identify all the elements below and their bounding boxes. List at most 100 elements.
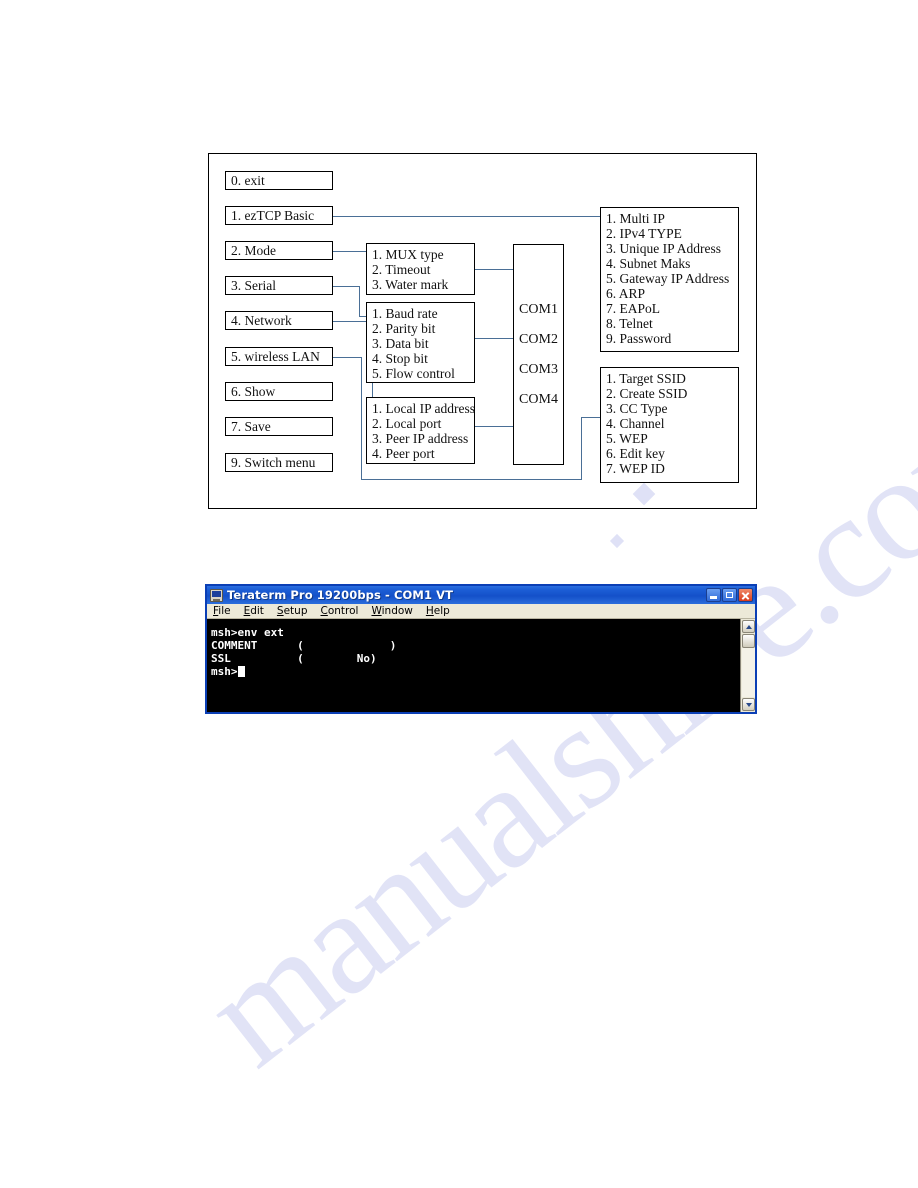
menu-node-serial[interactable]: 3. Serial: [225, 276, 333, 295]
maximize-icon[interactable]: [722, 588, 737, 602]
submenu-item[interactable]: 3. CC Type: [606, 401, 733, 416]
console-line: COMMENT ( ): [211, 639, 397, 652]
menu-node-exit[interactable]: 0. exit: [225, 171, 333, 190]
submenu-item[interactable]: 4. Stop bit: [372, 351, 469, 366]
console-line: SSL ( No): [211, 652, 377, 665]
menu-node-switch-menu[interactable]: 9. Switch menu: [225, 453, 333, 472]
submenu-item[interactable]: 3. Unique IP Address: [606, 241, 733, 256]
menu-item-control[interactable]: Control: [321, 605, 359, 617]
menu-bar: File Edit Setup Control Window Help: [207, 604, 755, 619]
submenu-item[interactable]: 5. WEP: [606, 431, 733, 446]
menu-item-window[interactable]: Window: [371, 605, 412, 617]
menu-rest: indow: [381, 605, 413, 617]
terminal-computer-icon: [210, 588, 223, 602]
menu-rest: ile: [218, 605, 231, 617]
submenu-item[interactable]: 2. Create SSID: [606, 386, 733, 401]
submenu-item[interactable]: 1. Target SSID: [606, 371, 733, 386]
submenu-item[interactable]: 5. Gateway IP Address: [606, 271, 733, 286]
menu-rest: dit: [250, 605, 264, 617]
com-ports-box: COM1 COM2 COM3 COM4: [513, 244, 564, 465]
menu-structure-diagram: 0. exit 1. ezTCP Basic 2. Mode 3. Serial…: [208, 153, 757, 509]
menu-node-label: 2. Mode: [231, 242, 276, 258]
connector-network-coms: [475, 426, 514, 428]
close-icon[interactable]: [738, 588, 753, 602]
menu-node-label: 6. Show: [231, 383, 276, 399]
console-line-with-cursor: msh>: [211, 665, 740, 678]
submenu-item[interactable]: 5. Flow control: [372, 366, 469, 381]
submenu-item[interactable]: 1. Multi IP: [606, 211, 733, 226]
submenu-item[interactable]: 2. IPv4 TYPE: [606, 226, 733, 241]
menu-item-help[interactable]: Help: [426, 605, 450, 617]
submenu-item[interactable]: 6. ARP: [606, 286, 733, 301]
submenu-item[interactable]: 2. Parity bit: [372, 321, 469, 336]
menu-node-label: 0. exit: [231, 172, 265, 188]
connector-wlan-d: [581, 417, 583, 480]
menu-item-edit[interactable]: Edit: [244, 605, 264, 617]
connector-mode: [333, 251, 367, 253]
vertical-scrollbar[interactable]: [740, 619, 755, 712]
submenu-item[interactable]: 1. Baud rate: [372, 306, 469, 321]
menu-node-network[interactable]: 4. Network: [225, 311, 333, 330]
menu-node-eztcp-basic[interactable]: 1. ezTCP Basic: [225, 206, 333, 225]
submenu-item[interactable]: 2. Local port: [372, 416, 469, 431]
console-line: msh>env ext: [211, 626, 284, 639]
scroll-down-icon[interactable]: [741, 698, 755, 711]
menu-node-label: 3. Serial: [231, 277, 276, 293]
connector-serial-b: [359, 286, 361, 317]
connector-wlan-e: [581, 417, 601, 419]
text-cursor: [237, 666, 245, 677]
submenu-item[interactable]: 4. Peer port: [372, 446, 469, 461]
submenu-item[interactable]: 7. EAPoL: [606, 301, 733, 316]
submenu-item[interactable]: 1. MUX type: [372, 247, 469, 262]
menu-accel: W: [371, 605, 382, 617]
menu-node-label: 1. ezTCP Basic: [231, 207, 315, 223]
submenu-item[interactable]: 9. Password: [606, 331, 733, 346]
submenu-item[interactable]: 4. Channel: [606, 416, 733, 431]
menu-node-label: 7. Save: [231, 418, 271, 434]
submenu-item[interactable]: 3. Water mark: [372, 277, 469, 292]
submenu-box-network: 1. Local IP address 2. Local port 3. Pee…: [366, 397, 475, 464]
submenu-item[interactable]: 1. Local IP address: [372, 401, 475, 416]
submenu-item[interactable]: 7. WEP ID: [606, 461, 733, 476]
window-title: Teraterm Pro 19200bps - COM1 VT: [227, 588, 454, 602]
scroll-up-icon[interactable]: [741, 620, 755, 633]
menu-node-save[interactable]: 7. Save: [225, 417, 333, 436]
submenu-box-mode: 1. MUX type 2. Timeout 3. Water mark: [366, 243, 475, 295]
com-port-item[interactable]: COM2: [519, 325, 558, 355]
connector-wlan-c: [361, 479, 582, 481]
connector-serial-a: [333, 286, 360, 288]
submenu-item[interactable]: 2. Timeout: [372, 262, 469, 277]
connector-serial-coms: [475, 338, 514, 340]
menu-node-label: 5. wireless LAN: [231, 348, 320, 364]
submenu-box-wireless-lan: 1. Target SSID 2. Create SSID 3. CC Type…: [600, 367, 739, 483]
window-title-bar[interactable]: Teraterm Pro 19200bps - COM1 VT: [207, 586, 755, 604]
com-port-item[interactable]: COM4: [519, 385, 558, 415]
menu-node-mode[interactable]: 2. Mode: [225, 241, 333, 260]
menu-node-show[interactable]: 6. Show: [225, 382, 333, 401]
menu-node-label: 4. Network: [231, 312, 292, 328]
menu-item-file[interactable]: File: [213, 605, 231, 617]
connector-mode-coms: [475, 269, 514, 271]
menu-rest: elp: [433, 605, 450, 617]
submenu-item[interactable]: 6. Edit key: [606, 446, 733, 461]
minimize-icon[interactable]: [706, 588, 721, 602]
connector-eztcp-basic: [333, 216, 601, 218]
terminal-console-text[interactable]: msh>env ext COMMENT ( ) SSL ( No) msh>: [207, 619, 740, 712]
menu-rest: ontrol: [327, 605, 359, 617]
com-port-item[interactable]: COM1: [519, 295, 558, 325]
menu-item-setup[interactable]: Setup: [277, 605, 308, 617]
terminal-body[interactable]: msh>env ext COMMENT ( ) SSL ( No) msh>: [207, 619, 755, 712]
submenu-item[interactable]: 4. Subnet Maks: [606, 256, 733, 271]
menu-rest: etup: [283, 605, 308, 617]
submenu-item[interactable]: 3. Peer IP address: [372, 431, 469, 446]
submenu-item[interactable]: 3. Data bit: [372, 336, 469, 351]
menu-node-wireless-lan[interactable]: 5. wireless LAN: [225, 347, 333, 366]
connector-wlan-a: [333, 357, 362, 359]
scrollbar-track[interactable]: [741, 648, 755, 697]
com-port-item[interactable]: COM3: [519, 355, 558, 385]
submenu-item[interactable]: 8. Telnet: [606, 316, 733, 331]
scrollbar-thumb[interactable]: [741, 634, 755, 648]
menu-accel: C: [320, 605, 328, 617]
menu-accel: S: [276, 605, 284, 617]
teraterm-window[interactable]: Teraterm Pro 19200bps - COM1 VT File Edi…: [205, 584, 757, 714]
